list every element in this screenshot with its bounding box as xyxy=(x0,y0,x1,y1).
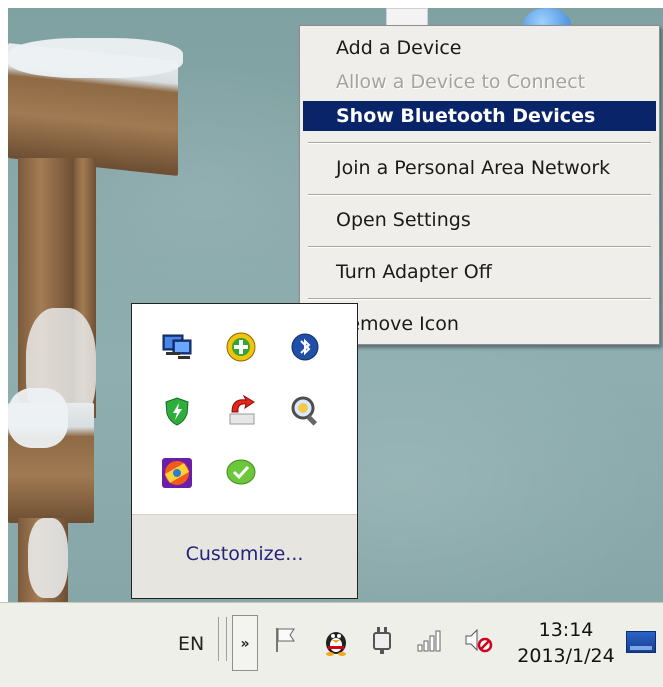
overflow-footer: Customize... xyxy=(132,514,357,598)
menu-item-show-bluetooth-devices[interactable]: Show Bluetooth Devices xyxy=(303,101,656,131)
green-check-icon[interactable] xyxy=(224,456,258,490)
menu-item-open-settings[interactable]: Open Settings xyxy=(303,205,656,235)
customize-link[interactable]: Customize... xyxy=(132,543,357,565)
signal-bars-icon[interactable] xyxy=(414,623,446,657)
taskbar-divider xyxy=(226,617,227,661)
show-desktop-icon[interactable] xyxy=(626,631,656,653)
menu-item-turn-adapter-off[interactable]: Turn Adapter Off xyxy=(303,257,656,287)
red-arrow-icon[interactable] xyxy=(224,394,258,428)
menu-separator xyxy=(308,194,651,196)
taskbar-clock[interactable]: 13:14 2013/1/24 xyxy=(512,617,620,669)
green-shield-icon[interactable] xyxy=(160,394,194,428)
green-plus-icon[interactable] xyxy=(224,330,258,364)
qq-penguin-icon[interactable] xyxy=(320,623,352,657)
taskbar: EN » 13:14 2013/1/24 xyxy=(0,602,663,687)
clock-date: 2013/1/24 xyxy=(517,645,615,667)
language-indicator[interactable]: EN xyxy=(178,633,204,655)
volume-muted-icon[interactable] xyxy=(462,623,494,657)
menu-separator xyxy=(308,142,651,144)
flag-icon[interactable] xyxy=(270,623,302,657)
power-plug-icon[interactable] xyxy=(366,623,398,657)
taskbar-divider xyxy=(218,617,219,661)
clock-time: 13:14 xyxy=(538,619,594,641)
bluetooth-context-menu: Add a Device Allow a Device to Connect S… xyxy=(299,25,660,345)
menu-item-add-device[interactable]: Add a Device xyxy=(303,33,656,63)
network-monitor-icon[interactable] xyxy=(160,330,194,364)
magnifier-icon[interactable] xyxy=(288,394,322,428)
notification-overflow-panel: Customize... xyxy=(131,303,358,599)
show-hidden-icons-button[interactable]: » xyxy=(232,615,258,671)
bluetooth-icon[interactable] xyxy=(288,330,322,364)
menu-separator xyxy=(308,246,651,248)
menu-item-join-pan[interactable]: Join a Personal Area Network xyxy=(303,153,656,183)
menu-item-allow-device-connect: Allow a Device to Connect xyxy=(336,71,586,93)
menu-separator xyxy=(308,298,651,300)
colorful-badge-icon[interactable] xyxy=(160,456,194,490)
